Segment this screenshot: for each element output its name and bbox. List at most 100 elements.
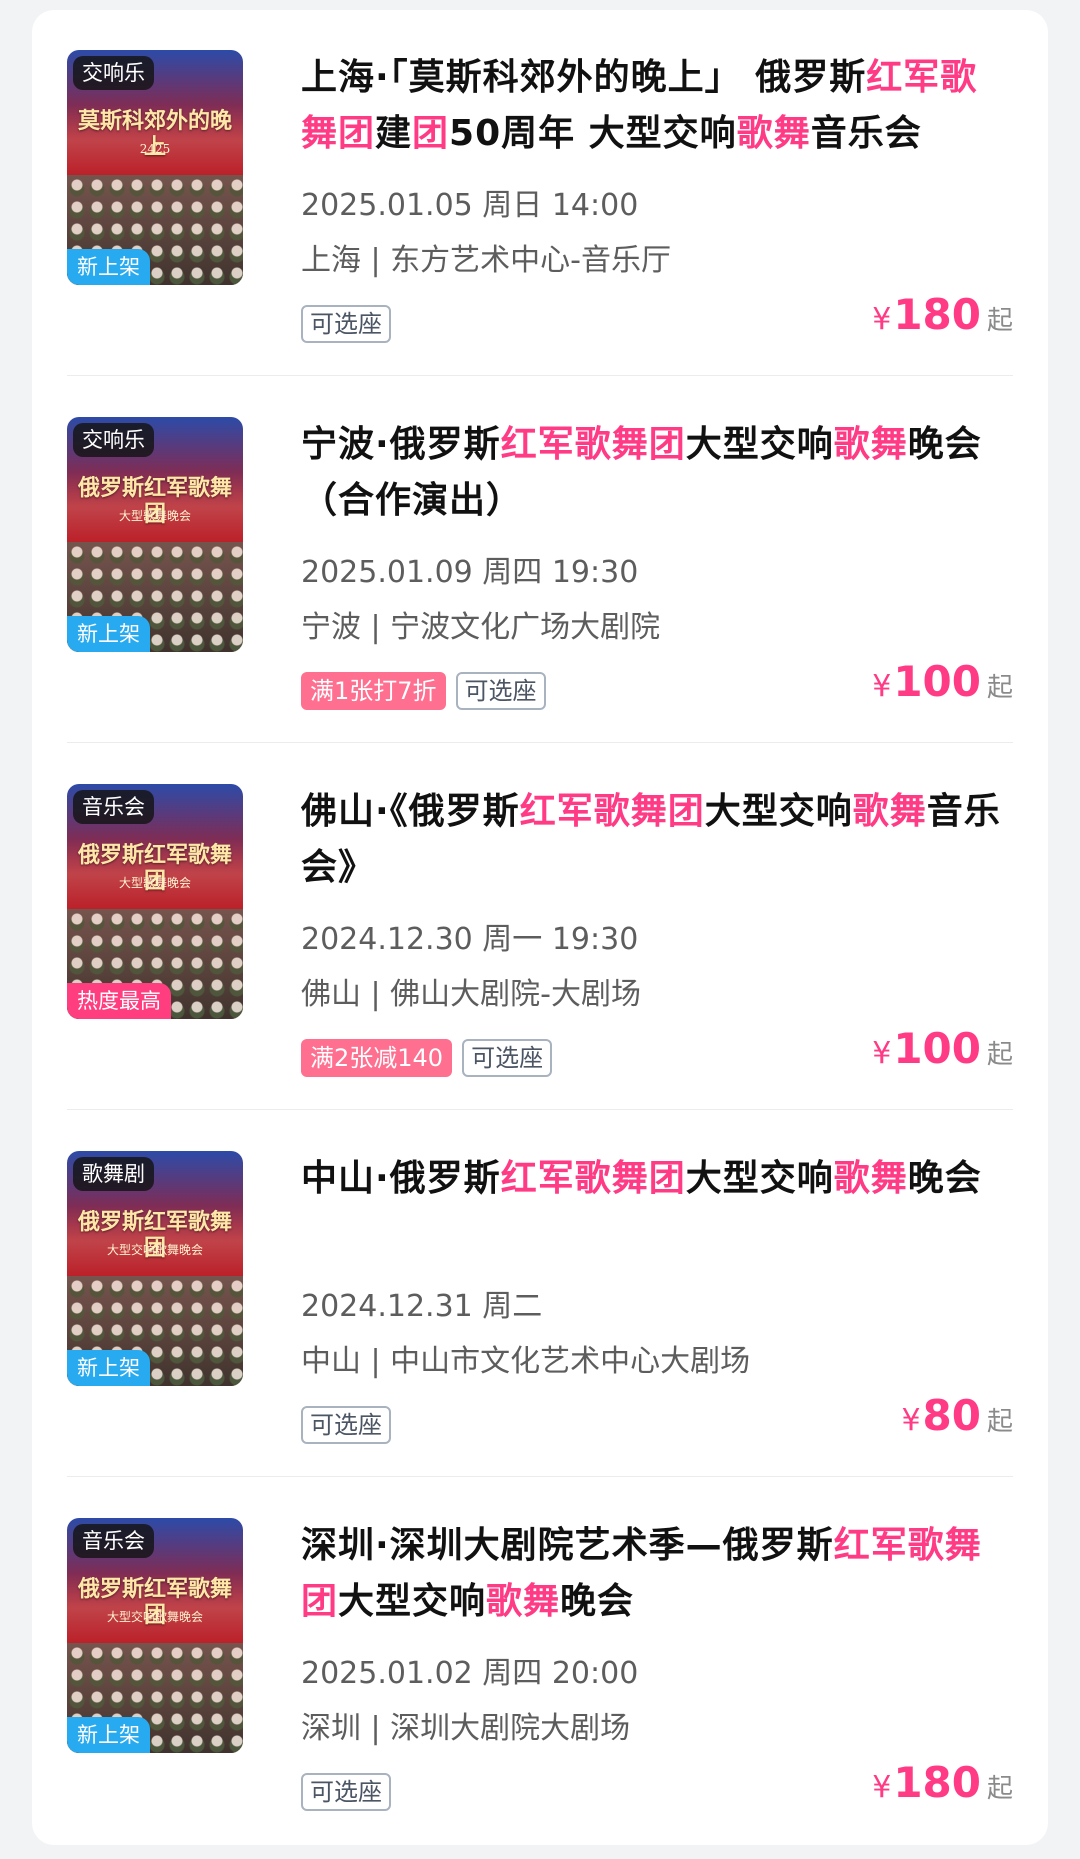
- seat-selectable-badge: 可选座: [301, 305, 391, 343]
- poster-subtitle: 大型交响歌舞晚会: [106, 1610, 203, 1624]
- title-text: 上海·「莫斯科郊外的晚上」 俄罗斯: [301, 57, 867, 98]
- status-badge: 新上架: [67, 249, 150, 285]
- event-badges: 可选座: [301, 1406, 391, 1444]
- currency-symbol: ¥: [872, 669, 892, 704]
- price-value: 100: [893, 1024, 981, 1073]
- price-suffix: 起: [986, 1407, 1013, 1437]
- title-text: 建: [375, 113, 413, 154]
- event-venue: 佛山 | 佛山大剧院-大剧场: [301, 977, 642, 1012]
- status-badge: 新上架: [67, 1717, 150, 1753]
- event-poster[interactable]: 俄罗斯红军歌舞团 大型歌舞晚会 音乐会 热度最高: [67, 784, 243, 1019]
- promo-badge: 满2张减140: [301, 1039, 453, 1077]
- event-list: 莫斯科郊外的晚上 2425 交响乐 新上架 上海·「莫斯科郊外的晚上」 俄罗斯红军歌舞团…: [32, 10, 1048, 1845]
- event-item[interactable]: 俄罗斯红军歌舞团 大型交响歌舞晚会 音乐会 新上架 深圳·深圳大剧院艺术季—俄罗斯红军歌…: [67, 1478, 1013, 1845]
- event-poster[interactable]: 莫斯科郊外的晚上 2425 交响乐 新上架: [67, 50, 243, 285]
- event-title[interactable]: 宁波·俄罗斯红军歌舞团大型交响歌舞晚会（合作演出）: [301, 417, 1013, 529]
- event-poster[interactable]: 俄罗斯红军歌舞团 大型歌舞晚会 交响乐 新上架: [67, 417, 243, 652]
- status-badge: 新上架: [67, 1350, 150, 1386]
- list-divider: [67, 742, 1013, 743]
- event-price: ¥100 起: [872, 657, 1013, 706]
- seat-selectable-badge: 可选座: [455, 672, 546, 710]
- event-price: ¥180 起: [872, 1758, 1013, 1807]
- price-suffix: 起: [986, 306, 1013, 336]
- event-badges: 满1张打7折 可选座: [301, 672, 546, 710]
- event-date: 2024.12.30 周一 19:30: [301, 922, 639, 957]
- event-price: ¥80 起: [901, 1391, 1013, 1440]
- title-highlight: 歌舞: [833, 424, 908, 465]
- currency-symbol: ¥: [872, 302, 892, 337]
- category-tag: 歌舞剧: [73, 1157, 154, 1191]
- event-venue: 上海 | 东方艺术中心-音乐厅: [301, 243, 672, 278]
- title-text: 大型交响: [338, 1581, 487, 1622]
- event-item[interactable]: 俄罗斯红军歌舞团 大型交响歌舞晚会 歌舞剧 新上架 中山·俄罗斯红军歌舞团大型交响歌舞晚…: [67, 1111, 1013, 1478]
- title-highlight: 红军歌舞团: [519, 791, 705, 832]
- status-badge: 新上架: [67, 616, 150, 652]
- title-text: 晚会: [560, 1581, 635, 1622]
- event-item[interactable]: 莫斯科郊外的晚上 2425 交响乐 新上架 上海·「莫斯科郊外的晚上」 俄罗斯红军歌舞团…: [67, 10, 1013, 377]
- poster-subtitle: 大型歌舞晚会: [118, 876, 191, 890]
- event-venue: 深圳 | 深圳大剧院大剧场: [301, 1711, 631, 1746]
- title-text: 音乐会: [810, 113, 922, 154]
- title-text: 大型交响: [704, 791, 853, 832]
- event-date: 2025.01.09 周四 19:30: [301, 555, 639, 590]
- price-value: 180: [893, 1758, 981, 1807]
- title-highlight: 歌舞: [852, 791, 927, 832]
- seat-selectable-badge: 可选座: [301, 1773, 391, 1811]
- title-highlight: 歌舞: [486, 1581, 561, 1622]
- category-tag: 交响乐: [73, 56, 154, 90]
- currency-symbol: ¥: [901, 1403, 921, 1438]
- title-highlight: 歌舞: [833, 1158, 908, 1199]
- event-date: 2025.01.02 周四 20:00: [301, 1656, 639, 1691]
- title-text: 中山·俄罗斯: [301, 1158, 501, 1199]
- event-badges: 满2张减140 可选座: [301, 1039, 553, 1077]
- event-date: 2025.01.05 周日 14:00: [301, 188, 639, 223]
- title-text: 大型交响: [685, 424, 834, 465]
- event-price: ¥180 起: [872, 290, 1013, 339]
- event-price: ¥100 起: [872, 1024, 1013, 1073]
- category-tag: 音乐会: [73, 1524, 154, 1558]
- currency-symbol: ¥: [872, 1036, 892, 1071]
- title-text: 50周年 大型交响: [449, 113, 737, 154]
- price-suffix: 起: [986, 673, 1013, 703]
- event-badges: 可选座: [301, 305, 391, 343]
- list-divider: [67, 375, 1013, 376]
- poster-subtitle: 大型歌舞晚会: [118, 509, 191, 523]
- event-title[interactable]: 上海·「莫斯科郊外的晚上」 俄罗斯红军歌舞团建团50周年 大型交响歌舞音乐会: [301, 50, 1013, 162]
- promo-badge: 满1张打7折: [301, 672, 446, 710]
- title-highlight: 团: [412, 113, 450, 154]
- seat-selectable-badge: 可选座: [462, 1039, 553, 1077]
- poster-subtitle: 大型交响歌舞晚会: [106, 1243, 203, 1257]
- currency-symbol: ¥: [872, 1770, 892, 1805]
- list-divider: [67, 1476, 1013, 1477]
- title-highlight: 歌舞: [736, 113, 811, 154]
- category-tag: 音乐会: [73, 790, 154, 824]
- title-text: 宁波·俄罗斯: [301, 424, 501, 465]
- event-venue: 宁波 | 宁波文化广场大剧院: [301, 610, 661, 645]
- price-value: 80: [922, 1391, 981, 1440]
- seat-selectable-badge: 可选座: [301, 1406, 391, 1444]
- event-item[interactable]: 俄罗斯红军歌舞团 大型歌舞晚会 音乐会 热度最高 佛山·《俄罗斯红军歌舞团大型交响歌舞音…: [67, 744, 1013, 1111]
- title-text: 大型交响: [685, 1158, 834, 1199]
- title-text: 晚会: [907, 1158, 982, 1199]
- price-suffix: 起: [986, 1774, 1013, 1804]
- event-poster[interactable]: 俄罗斯红军歌舞团 大型交响歌舞晚会 音乐会 新上架: [67, 1518, 243, 1753]
- category-tag: 交响乐: [73, 423, 154, 457]
- title-text: 佛山·《俄罗斯: [301, 791, 520, 832]
- event-title[interactable]: 深圳·深圳大剧院艺术季—俄罗斯红军歌舞团大型交响歌舞晚会: [301, 1518, 1013, 1630]
- event-venue: 中山 | 中山市文化艺术中心大剧场: [301, 1344, 751, 1379]
- price-value: 180: [893, 290, 981, 339]
- event-date: 2024.12.31 周二: [301, 1289, 543, 1324]
- event-item[interactable]: 俄罗斯红军歌舞团 大型歌舞晚会 交响乐 新上架 宁波·俄罗斯红军歌舞团大型交响歌舞晚会（…: [67, 377, 1013, 744]
- event-title[interactable]: 中山·俄罗斯红军歌舞团大型交响歌舞晚会: [301, 1151, 1013, 1207]
- status-badge: 热度最高: [67, 983, 171, 1019]
- list-divider: [67, 1109, 1013, 1110]
- price-suffix: 起: [986, 1040, 1013, 1070]
- event-poster[interactable]: 俄罗斯红军歌舞团 大型交响歌舞晚会 歌舞剧 新上架: [67, 1151, 243, 1386]
- price-value: 100: [893, 657, 981, 706]
- event-title[interactable]: 佛山·《俄罗斯红军歌舞团大型交响歌舞音乐会》: [301, 784, 1013, 896]
- poster-subtitle: 2425: [139, 142, 171, 156]
- event-badges: 可选座: [301, 1773, 391, 1811]
- title-highlight: 红军歌舞团: [500, 1158, 686, 1199]
- title-text: 深圳·深圳大剧院艺术季—俄罗斯: [301, 1525, 834, 1566]
- title-highlight: 红军歌舞团: [500, 424, 686, 465]
